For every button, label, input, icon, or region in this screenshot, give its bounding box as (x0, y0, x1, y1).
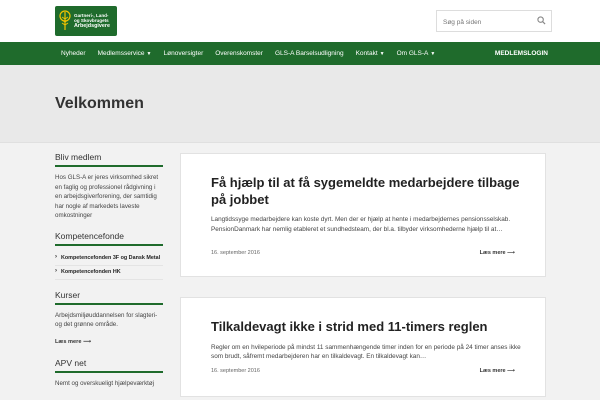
sidebar-link-kompetencefonden-3f[interactable]: Kompetencefonden 3F og Dansk Metal (55, 252, 163, 266)
widget-heading[interactable]: Kompetencefonde (55, 231, 163, 246)
widget-text: Nemt og overskueligt hjælpeværktøj (55, 379, 155, 387)
member-login-link[interactable]: MEDLEMSLOGIN (495, 42, 548, 65)
widget-kurser: Kurser Arbejdsmiljøuddannelsen for slagt… (55, 290, 163, 348)
nav-item-label: GLS-A Barselsudligning (274, 50, 344, 57)
post-excerpt: Regler om en hvileperiode på mindst 11 s… (211, 343, 521, 361)
widget-text: Arbejdsmiljøuddannelsen for slagteri- og… (55, 311, 158, 329)
nav-item-label: Lønoversigter (163, 50, 204, 57)
search-icon[interactable] (537, 16, 546, 25)
post-title[interactable]: Tilkaldevagt ikke i strid med 11-timers … (211, 319, 521, 336)
nav-item-overenskomster[interactable]: Overenskomster (209, 42, 269, 65)
nav-item-label: Om GLS-A (396, 50, 429, 57)
nav-item-barselsudligning[interactable]: GLS-A Barselsudligning (269, 42, 350, 65)
read-more-link[interactable]: Læs mere ⟶ (480, 368, 515, 374)
caret-down-icon: ▼ (146, 51, 152, 57)
post-card: Tilkaldevagt ikke i strid med 11-timers … (180, 297, 546, 397)
nav-item-kontakt[interactable]: Kontakt ▼ (350, 42, 391, 65)
logo-line-3: Arbejdsgivere (74, 22, 110, 29)
widget-bliv-medlem: Bliv medlem Hos GLS-A er jeres virksomhe… (55, 152, 163, 221)
nav-item-om-gls-a[interactable]: Om GLS-A ▼ (391, 42, 442, 65)
post-excerpt: Langtidssyge medarbejdere kan koste dyrt… (211, 216, 511, 233)
post-date: 16. september 2016 (211, 368, 260, 374)
site-header: Gartneri-, Land- og Skovbrugets Arbejdsg… (0, 0, 600, 42)
nav-item-lonoversigter[interactable]: Lønoversigter (158, 42, 210, 65)
caret-down-icon: ▼ (379, 51, 385, 57)
nav-item-label: Nyheder (61, 50, 86, 57)
post-title[interactable]: Få hjælp til at få sygemeldte medarbejde… (211, 175, 521, 208)
page-title-bar: Velkommen (0, 65, 600, 143)
widget-heading[interactable]: APV net (55, 358, 163, 373)
widget-kompetencefonde: Kompetencefonde Kompetencefonden 3F og D… (55, 231, 163, 280)
search-input[interactable] (437, 12, 533, 33)
nav-item-label: Kontakt (355, 50, 378, 57)
sidebar-link-kompetencefonden-hk[interactable]: Kompetencefonden HK (55, 266, 163, 280)
widget-apv-net: APV net Nemt og overskueligt hjælpeværkt… (55, 358, 163, 389)
main-nav: Nyheder Medlemsservice ▼ Lønoversigter Ov… (0, 42, 600, 65)
read-more-link[interactable]: Læs mere ⟶ (55, 339, 91, 345)
nav-item-medlemsservice[interactable]: Medlemsservice ▼ (92, 42, 158, 65)
widget-text: Hos GLS-A er jeres virksomhed sikret en … (55, 174, 159, 219)
post-date: 16. september 2016 (211, 250, 260, 256)
sidebar: Bliv medlem Hos GLS-A er jeres virksomhe… (55, 152, 163, 398)
nav-item-label: Overenskomster (215, 50, 263, 57)
nav-item-nyheder[interactable]: Nyheder (55, 42, 92, 65)
page-title: Velkommen (55, 95, 144, 112)
site-logo[interactable]: Gartneri-, Land- og Skovbrugets Arbejdsg… (55, 6, 117, 36)
nav-item-label: Medlemsservice (97, 50, 145, 57)
wheat-icon (59, 10, 71, 30)
widget-heading[interactable]: Kurser (55, 290, 163, 305)
logo-text: Gartneri-, Land- og Skovbrugets Arbejdsg… (74, 13, 110, 29)
widget-heading[interactable]: Bliv medlem (55, 152, 163, 167)
caret-down-icon: ▼ (430, 51, 436, 57)
read-more-link[interactable]: Læs mere ⟶ (480, 250, 515, 256)
post-card: Få hjælp til at få sygemeldte medarbejde… (180, 153, 546, 277)
search-box (436, 10, 552, 33)
